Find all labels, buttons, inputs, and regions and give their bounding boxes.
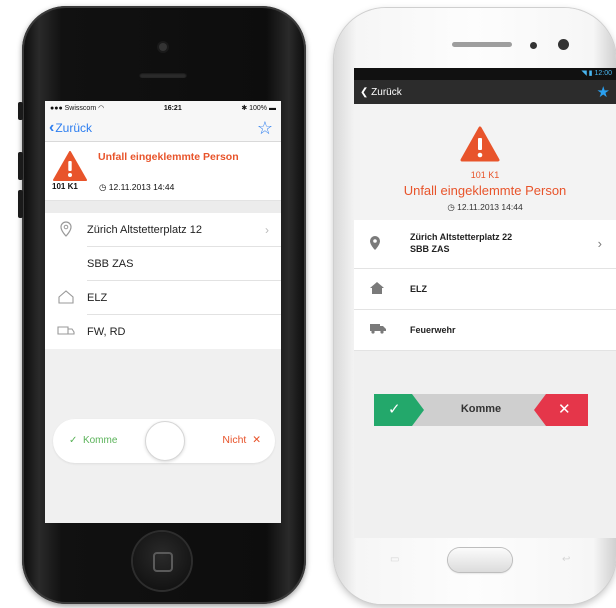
home-button bbox=[133, 532, 191, 590]
carrier-label: ●●● Swisscom ◠ bbox=[50, 105, 105, 112]
alarm-code: 101 K1 bbox=[52, 182, 78, 191]
slider-knob[interactable] bbox=[145, 421, 185, 461]
menu-key-icon: ▭ bbox=[390, 554, 400, 565]
close-icon: ✕ bbox=[252, 434, 261, 446]
ios-status-bar: ●●● Swisscom ◠ 16:21 ✱ 100% ▬ bbox=[45, 101, 281, 115]
location-pin-icon bbox=[57, 220, 75, 240]
warning-icon bbox=[460, 126, 500, 162]
decline-label: Nicht ✕ bbox=[222, 434, 261, 446]
section-gap bbox=[45, 201, 281, 213]
location-pin-icon bbox=[370, 236, 380, 253]
volume-down-button bbox=[18, 190, 23, 218]
sensor-dot bbox=[530, 42, 537, 49]
ios-nav-bar: ‹ Zurück ☆ bbox=[45, 115, 281, 142]
star-outline-icon[interactable]: ☆ bbox=[257, 118, 273, 139]
decline-button[interactable]: ✕ bbox=[534, 394, 588, 426]
wifi-icon: ◥ bbox=[581, 70, 587, 77]
clock-icon: ◷ bbox=[99, 182, 107, 192]
place-text: SBB ZAS bbox=[87, 258, 134, 270]
station-text: ELZ bbox=[87, 292, 108, 304]
vehicles-row: Feuerwehr bbox=[354, 310, 616, 351]
status-time: 16:21 bbox=[163, 104, 182, 112]
battery-label: ✱ 100% ▬ bbox=[241, 105, 276, 112]
address-text: Zürich Altstetterplatz 12 bbox=[87, 224, 202, 236]
volume-up-button bbox=[18, 152, 23, 180]
house-icon bbox=[57, 289, 75, 307]
earpiece-speaker bbox=[139, 72, 187, 78]
back-button[interactable]: ‹ Zurück bbox=[49, 119, 92, 137]
home-button bbox=[448, 548, 512, 572]
address-row[interactable]: Zürich Altstetterplatz 12 › bbox=[45, 213, 281, 247]
front-camera bbox=[159, 43, 167, 51]
star-filled-icon[interactable]: ★ bbox=[597, 83, 610, 101]
chevron-right-icon: › bbox=[265, 223, 269, 237]
alarm-code: 101 K1 bbox=[470, 170, 500, 180]
chevron-left-icon: ❮ bbox=[360, 86, 369, 98]
address-text: Zürich Altstetterplatz 22 SBB ZAS bbox=[410, 232, 513, 254]
alarm-datetime: ◷ 12.11.2013 14:44 bbox=[447, 202, 523, 212]
clock-icon: ◷ bbox=[447, 202, 455, 212]
vehicles-text: FW, RD bbox=[87, 326, 126, 338]
response-slider[interactable]: ✓ Komme ✕ bbox=[374, 394, 588, 426]
accept-label: ✓ Komme bbox=[69, 435, 118, 446]
alarm-header: 101 K1 Unfall eingeklemmte Person ◷ 12.1… bbox=[354, 104, 616, 220]
back-button[interactable]: ❮ Zurück bbox=[360, 87, 402, 98]
house-icon bbox=[370, 282, 384, 297]
front-camera bbox=[558, 39, 569, 50]
truck-icon bbox=[370, 323, 386, 337]
android-screen: ◥ ▮ 12:00 ❮ Zurück ★ 101 K1 Unfall einge… bbox=[354, 68, 616, 538]
back-label: Zurück bbox=[55, 121, 93, 135]
iphone-screen: ●●● Swisscom ◠ 16:21 ✱ 100% ▬ ‹ Zurück ☆… bbox=[45, 101, 281, 523]
address-row[interactable]: Zürich Altstetterplatz 22 SBB ZAS › bbox=[354, 220, 616, 269]
chevron-right-icon: › bbox=[597, 236, 602, 251]
alarm-datetime: ◷ 12.11.2013 14:44 bbox=[99, 182, 175, 192]
alarm-title: Unfall eingeklemmte Person bbox=[403, 183, 567, 198]
chevron-left-icon: ‹ bbox=[49, 119, 55, 136]
response-slider[interactable]: ✓ Komme Nicht ✕ bbox=[53, 419, 275, 463]
details-list: Zürich Altstetterplatz 22 SBB ZAS › ELZ F… bbox=[354, 220, 616, 351]
alarm-title: Unfall eingeklemmte Person bbox=[98, 151, 239, 163]
place-row: SBB ZAS bbox=[45, 247, 281, 281]
vehicles-row: FW, RD bbox=[45, 315, 281, 349]
truck-icon bbox=[57, 325, 75, 340]
alarm-header: Unfall eingeklemmte Person 101 K1 ◷ 12.1… bbox=[45, 142, 281, 201]
android-action-bar: ❮ Zurück ★ bbox=[354, 80, 616, 104]
iphone-device: ●●● Swisscom ◠ 16:21 ✱ 100% ▬ ‹ Zurück ☆… bbox=[18, 6, 306, 604]
close-icon: ✕ bbox=[558, 401, 571, 418]
station-text: ELZ bbox=[410, 284, 427, 294]
status-time: 12:00 bbox=[594, 70, 612, 77]
vehicles-text: Feuerwehr bbox=[410, 325, 456, 335]
back-key-icon: ↩ bbox=[562, 554, 571, 565]
station-row: ELZ bbox=[45, 281, 281, 315]
warning-icon bbox=[53, 151, 87, 181]
earpiece-speaker bbox=[452, 42, 512, 47]
android-status-bar: ◥ ▮ 12:00 bbox=[354, 68, 616, 80]
mute-switch bbox=[18, 102, 23, 120]
station-row: ELZ bbox=[354, 269, 616, 310]
android-device: ◥ ▮ 12:00 ❮ Zurück ★ 101 K1 Unfall einge… bbox=[334, 8, 616, 604]
details-list: Zürich Altstetterplatz 12 › SBB ZAS ELZ … bbox=[45, 213, 281, 349]
